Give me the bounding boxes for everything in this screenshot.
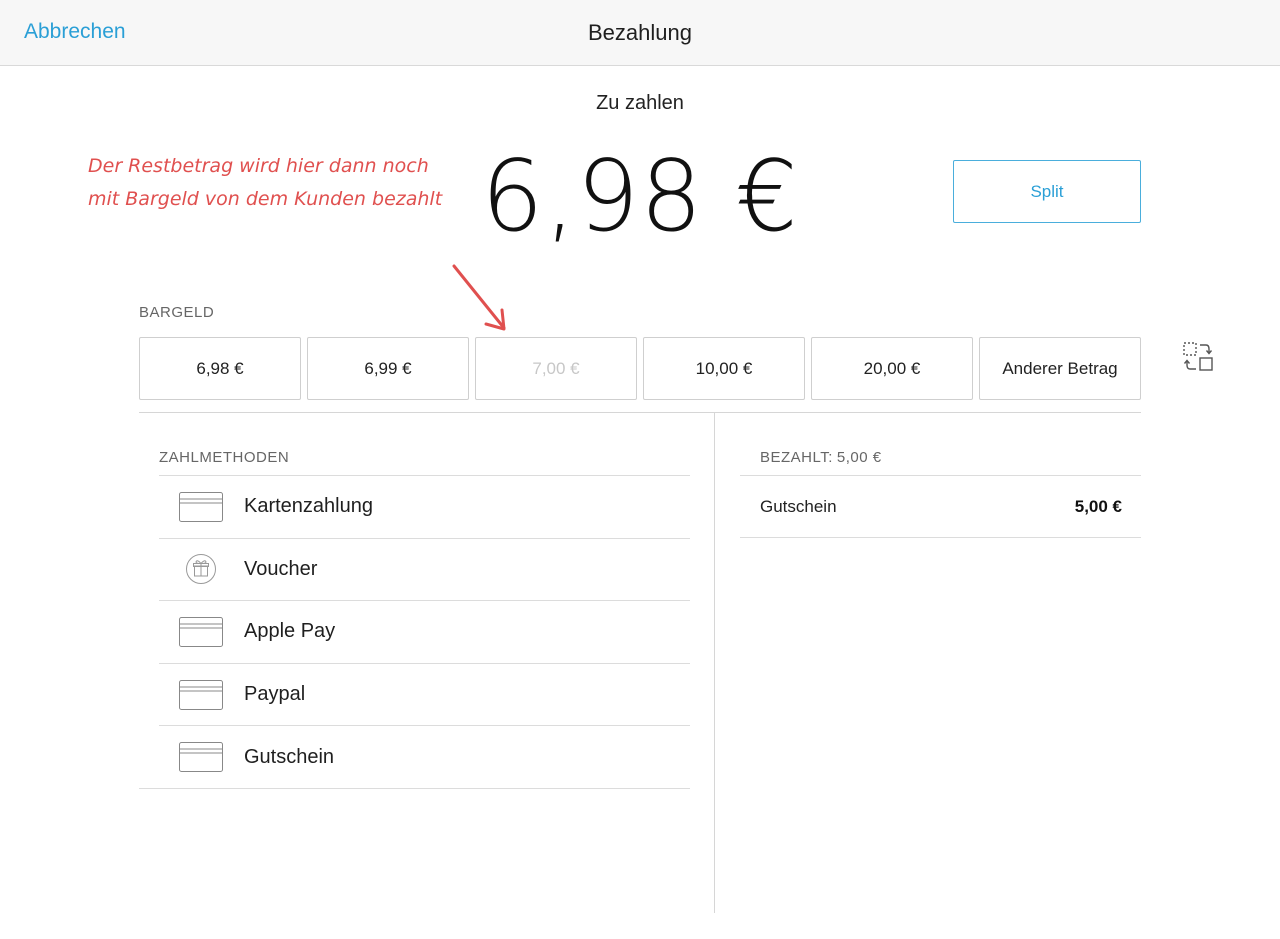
payment-method-label: Voucher [244, 557, 318, 580]
section-divider [139, 412, 1141, 413]
paid-row-name: Gutschein [760, 496, 837, 516]
navigation-bar: Abbrechen Bezahlung [0, 0, 1280, 66]
column-divider [714, 413, 715, 913]
payment-method-paypal[interactable]: Paypal [159, 662, 690, 726]
paid-total: 5,00 € [836, 449, 882, 466]
split-button[interactable]: Split [953, 160, 1141, 223]
handwritten-annotation: Der Restbetrag wird hier dann noch mit B… [88, 150, 468, 216]
payment-method-gutschein[interactable]: Gutschein [159, 725, 690, 788]
payment-methods-label: ZAHLMETHODEN [159, 449, 290, 466]
methods-bottom-divider [139, 788, 690, 789]
payment-method-label: Gutschein [244, 745, 335, 768]
payment-method-card[interactable]: Kartenzahlung [159, 475, 690, 538]
cash-option-6-99[interactable]: 6,99 € [307, 337, 469, 400]
cash-section-label: BARGELD [139, 304, 215, 321]
paid-label-text: BEZAHLT: [760, 449, 833, 466]
cash-option-other-amount[interactable]: Anderer Betrag [979, 337, 1141, 400]
swap-layout-icon[interactable] [1182, 341, 1214, 373]
annotation-arrow-icon [452, 264, 506, 331]
cash-option-10-00[interactable]: 10,00 € [643, 337, 805, 400]
cash-amount-buttons: 6,98 € 6,99 € 7,00 € 10,00 € 20,00 € And… [139, 337, 1141, 400]
credit-card-icon [179, 491, 223, 522]
gift-icon [179, 554, 223, 585]
paid-row-value: 5,00 € [1074, 496, 1122, 516]
paid-section-label: BEZAHLT: 5,00 € [760, 449, 882, 466]
payment-method-label: Apple Pay [244, 620, 336, 643]
credit-card-icon [179, 616, 223, 647]
annotation-line-1: Der Restbetrag wird hier dann noch [88, 155, 429, 177]
payment-methods-list: Kartenzahlung Voucher Apple Pay Paypal G… [159, 475, 690, 788]
credit-card-icon [179, 742, 223, 773]
paid-list: Gutschein 5,00 € [740, 475, 1141, 538]
payment-method-label: Kartenzahlung [244, 495, 373, 518]
cash-option-6-98[interactable]: 6,98 € [139, 337, 301, 400]
paid-row[interactable]: Gutschein 5,00 € [740, 475, 1141, 538]
annotation-line-2: mit Bargeld von dem Kunden bezahlt [88, 188, 443, 210]
page-title: Bezahlung [588, 20, 692, 45]
cash-option-7-00: 7,00 € [475, 337, 637, 400]
payment-method-voucher[interactable]: Voucher [159, 537, 690, 601]
credit-card-icon [179, 679, 223, 710]
amount-due-label: Zu zahlen [596, 92, 684, 114]
payment-method-label: Paypal [244, 683, 306, 706]
payment-method-apple-pay[interactable]: Apple Pay [159, 600, 690, 663]
cash-option-20-00[interactable]: 20,00 € [811, 337, 973, 400]
